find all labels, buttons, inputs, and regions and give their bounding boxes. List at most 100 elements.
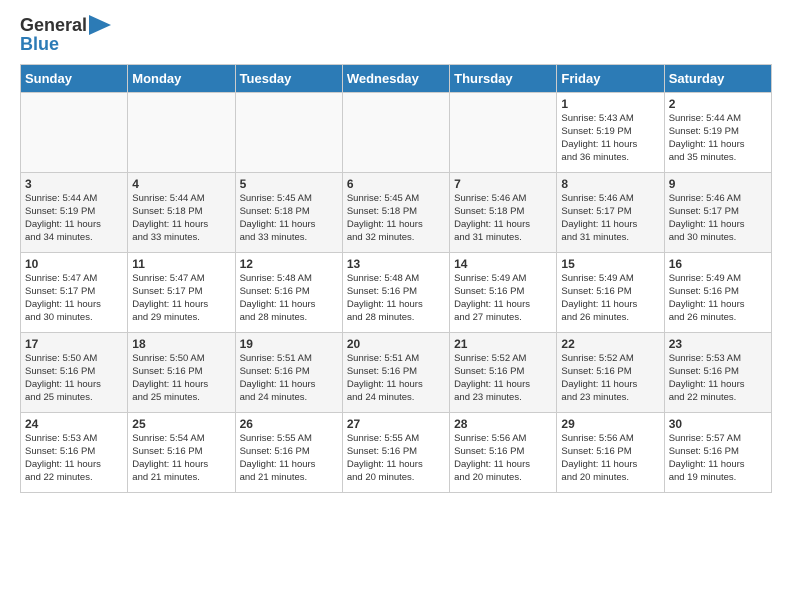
day-info: Sunrise: 5:48 AM Sunset: 5:16 PM Dayligh… xyxy=(240,273,338,324)
day-number: 17 xyxy=(25,337,123,351)
day-number: 27 xyxy=(347,417,445,431)
calendar-cell: 14Sunrise: 5:49 AM Sunset: 5:16 PM Dayli… xyxy=(450,253,557,333)
week-row-5: 24 Sunrise: 5:53 AM Sunset: 5:16 PM Dayli… xyxy=(21,413,772,493)
calendar-cell: 20 Sunrise: 5:51 AM Sunset: 5:16 PM Dayli… xyxy=(342,333,449,413)
calendar: SundayMondayTuesdayWednesdayThursdayFrid… xyxy=(20,64,772,493)
week-row-3: 10 Sunrise: 5:47 AM Sunset: 5:17 PM Dayli… xyxy=(21,253,772,333)
day-info: Sunrise: 5:43 AM Sunset: 5:19 PM Dayligh… xyxy=(561,113,659,164)
logo-blue: Blue xyxy=(20,34,111,55)
calendar-cell: 5 Sunrise: 5:45 AM Sunset: 5:18 PM Daylig… xyxy=(235,173,342,253)
day-number: 11 xyxy=(132,257,230,271)
week-row-1: 1 Sunrise: 5:43 AM Sunset: 5:19 PM Daylig… xyxy=(21,93,772,173)
day-info: Sunrise: 5:51 AM Sunset: 5:16 PM Dayligh… xyxy=(347,353,445,404)
day-info: Sunrise: 5:56 AM Sunset: 5:16 PM Dayligh… xyxy=(561,433,659,484)
calendar-cell xyxy=(128,93,235,173)
calendar-cell: 29 Sunrise: 5:56 AM Sunset: 5:16 PM Dayli… xyxy=(557,413,664,493)
page: General Blue SundayMondayTuesdayWednesda… xyxy=(0,0,792,508)
header: General Blue xyxy=(20,15,772,54)
day-info: Sunrise: 5:44 AM Sunset: 5:19 PM Dayligh… xyxy=(25,193,123,244)
day-number: 3 xyxy=(25,177,123,191)
calendar-cell: 3 Sunrise: 5:44 AM Sunset: 5:19 PM Daylig… xyxy=(21,173,128,253)
day-number: 10 xyxy=(25,257,123,271)
week-row-2: 3 Sunrise: 5:44 AM Sunset: 5:19 PM Daylig… xyxy=(21,173,772,253)
day-info: Sunrise: 5:44 AM Sunset: 5:18 PM Dayligh… xyxy=(132,193,230,244)
weekday-header-row: SundayMondayTuesdayWednesdayThursdayFrid… xyxy=(21,65,772,93)
day-number: 18 xyxy=(132,337,230,351)
calendar-cell: 27 Sunrise: 5:55 AM Sunset: 5:16 PM Dayli… xyxy=(342,413,449,493)
calendar-cell: 7 Sunrise: 5:46 AM Sunset: 5:18 PM Daylig… xyxy=(450,173,557,253)
logo-triangle-icon xyxy=(89,15,111,35)
day-info: Sunrise: 5:46 AM Sunset: 5:18 PM Dayligh… xyxy=(454,193,552,244)
calendar-cell: 2Sunrise: 5:44 AM Sunset: 5:19 PM Daylig… xyxy=(664,93,771,173)
calendar-cell: 30 Sunrise: 5:57 AM Sunset: 5:16 PM Dayli… xyxy=(664,413,771,493)
weekday-header-tuesday: Tuesday xyxy=(235,65,342,93)
weekday-header-wednesday: Wednesday xyxy=(342,65,449,93)
day-info: Sunrise: 5:50 AM Sunset: 5:16 PM Dayligh… xyxy=(25,353,123,404)
weekday-header-sunday: Sunday xyxy=(21,65,128,93)
day-number: 28 xyxy=(454,417,552,431)
day-number: 15 xyxy=(561,257,659,271)
day-info: Sunrise: 5:47 AM Sunset: 5:17 PM Dayligh… xyxy=(132,273,230,324)
day-number: 30 xyxy=(669,417,767,431)
calendar-cell: 8Sunrise: 5:46 AM Sunset: 5:17 PM Daylig… xyxy=(557,173,664,253)
day-info: Sunrise: 5:55 AM Sunset: 5:16 PM Dayligh… xyxy=(240,433,338,484)
weekday-header-saturday: Saturday xyxy=(664,65,771,93)
calendar-cell: 6 Sunrise: 5:45 AM Sunset: 5:18 PM Daylig… xyxy=(342,173,449,253)
logo: General Blue xyxy=(20,15,111,54)
day-number: 25 xyxy=(132,417,230,431)
day-number: 22 xyxy=(561,337,659,351)
day-number: 19 xyxy=(240,337,338,351)
day-info: Sunrise: 5:49 AM Sunset: 5:16 PM Dayligh… xyxy=(669,273,767,324)
calendar-cell: 11 Sunrise: 5:47 AM Sunset: 5:17 PM Dayli… xyxy=(128,253,235,333)
day-number: 16 xyxy=(669,257,767,271)
calendar-cell: 24 Sunrise: 5:53 AM Sunset: 5:16 PM Dayli… xyxy=(21,413,128,493)
calendar-cell: 13 Sunrise: 5:48 AM Sunset: 5:16 PM Dayli… xyxy=(342,253,449,333)
day-number: 13 xyxy=(347,257,445,271)
calendar-cell xyxy=(342,93,449,173)
day-number: 26 xyxy=(240,417,338,431)
day-info: Sunrise: 5:46 AM Sunset: 5:17 PM Dayligh… xyxy=(669,193,767,244)
day-number: 12 xyxy=(240,257,338,271)
calendar-cell: 23Sunrise: 5:53 AM Sunset: 5:16 PM Dayli… xyxy=(664,333,771,413)
day-info: Sunrise: 5:45 AM Sunset: 5:18 PM Dayligh… xyxy=(347,193,445,244)
day-info: Sunrise: 5:54 AM Sunset: 5:16 PM Dayligh… xyxy=(132,433,230,484)
day-number: 5 xyxy=(240,177,338,191)
day-info: Sunrise: 5:49 AM Sunset: 5:16 PM Dayligh… xyxy=(561,273,659,324)
day-info: Sunrise: 5:48 AM Sunset: 5:16 PM Dayligh… xyxy=(347,273,445,324)
week-row-4: 17 Sunrise: 5:50 AM Sunset: 5:16 PM Dayli… xyxy=(21,333,772,413)
day-info: Sunrise: 5:50 AM Sunset: 5:16 PM Dayligh… xyxy=(132,353,230,404)
calendar-cell xyxy=(235,93,342,173)
calendar-cell: 16 Sunrise: 5:49 AM Sunset: 5:16 PM Dayli… xyxy=(664,253,771,333)
day-number: 6 xyxy=(347,177,445,191)
day-number: 21 xyxy=(454,337,552,351)
day-info: Sunrise: 5:51 AM Sunset: 5:16 PM Dayligh… xyxy=(240,353,338,404)
day-info: Sunrise: 5:47 AM Sunset: 5:17 PM Dayligh… xyxy=(25,273,123,324)
calendar-cell: 15 Sunrise: 5:49 AM Sunset: 5:16 PM Dayli… xyxy=(557,253,664,333)
day-number: 29 xyxy=(561,417,659,431)
day-info: Sunrise: 5:49 AM Sunset: 5:16 PM Dayligh… xyxy=(454,273,552,324)
calendar-cell: 17 Sunrise: 5:50 AM Sunset: 5:16 PM Dayli… xyxy=(21,333,128,413)
calendar-cell: 4Sunrise: 5:44 AM Sunset: 5:18 PM Daylig… xyxy=(128,173,235,253)
logo-wordmark: General Blue xyxy=(20,15,111,54)
day-info: Sunrise: 5:53 AM Sunset: 5:16 PM Dayligh… xyxy=(669,353,767,404)
day-number: 1 xyxy=(561,97,659,111)
weekday-header-friday: Friday xyxy=(557,65,664,93)
calendar-cell: 19 Sunrise: 5:51 AM Sunset: 5:16 PM Dayli… xyxy=(235,333,342,413)
day-number: 24 xyxy=(25,417,123,431)
calendar-cell: 26 Sunrise: 5:55 AM Sunset: 5:16 PM Dayli… xyxy=(235,413,342,493)
calendar-cell: 28 Sunrise: 5:56 AM Sunset: 5:16 PM Dayli… xyxy=(450,413,557,493)
day-number: 20 xyxy=(347,337,445,351)
day-info: Sunrise: 5:57 AM Sunset: 5:16 PM Dayligh… xyxy=(669,433,767,484)
calendar-cell: 18 Sunrise: 5:50 AM Sunset: 5:16 PM Dayli… xyxy=(128,333,235,413)
day-info: Sunrise: 5:56 AM Sunset: 5:16 PM Dayligh… xyxy=(454,433,552,484)
day-info: Sunrise: 5:44 AM Sunset: 5:19 PM Dayligh… xyxy=(669,113,767,164)
day-number: 8 xyxy=(561,177,659,191)
day-number: 9 xyxy=(669,177,767,191)
day-info: Sunrise: 5:55 AM Sunset: 5:16 PM Dayligh… xyxy=(347,433,445,484)
day-number: 7 xyxy=(454,177,552,191)
day-info: Sunrise: 5:45 AM Sunset: 5:18 PM Dayligh… xyxy=(240,193,338,244)
logo-general: General xyxy=(20,15,87,36)
calendar-cell: 1 Sunrise: 5:43 AM Sunset: 5:19 PM Daylig… xyxy=(557,93,664,173)
day-info: Sunrise: 5:53 AM Sunset: 5:16 PM Dayligh… xyxy=(25,433,123,484)
day-info: Sunrise: 5:52 AM Sunset: 5:16 PM Dayligh… xyxy=(454,353,552,404)
